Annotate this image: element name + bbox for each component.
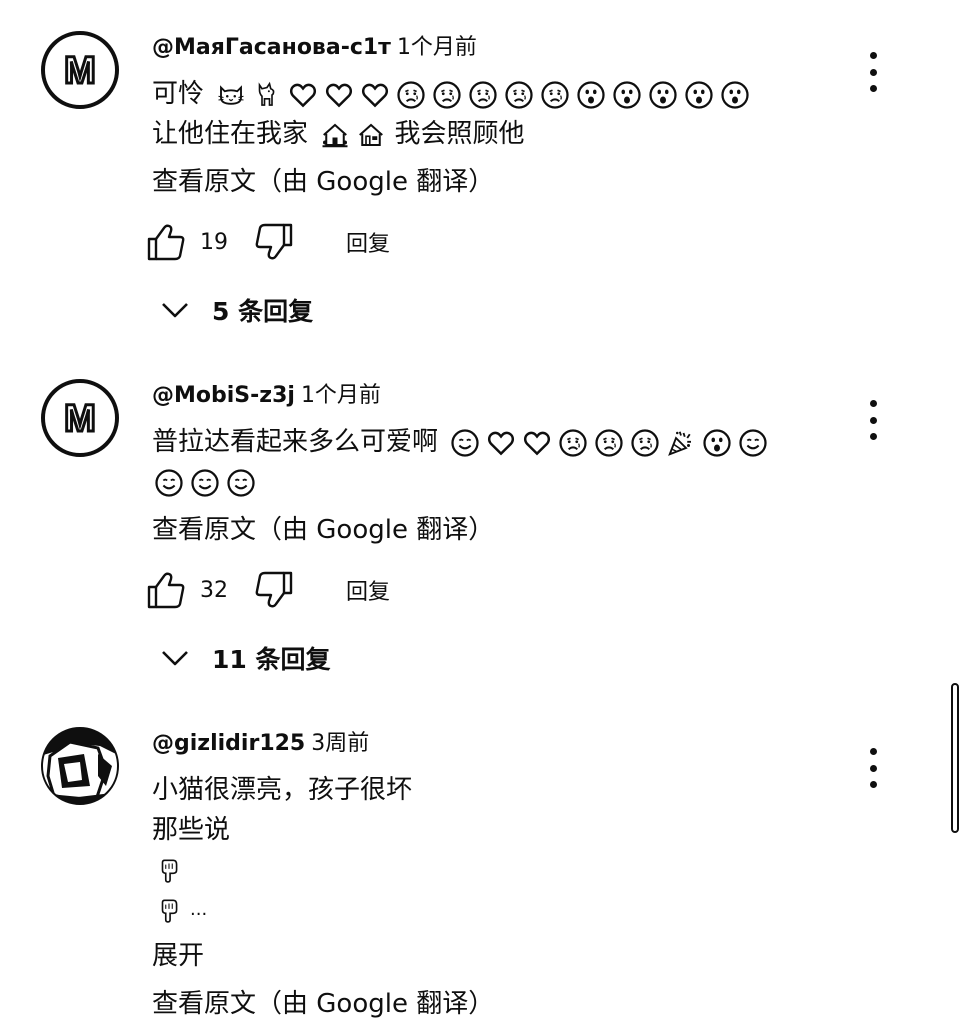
- smiling-face-icon: [190, 468, 220, 498]
- avatar-letter: M: [64, 398, 96, 440]
- more-menu-button[interactable]: [860, 748, 886, 788]
- view-original-link[interactable]: 查看原文（由 Google 翻译）: [152, 162, 852, 202]
- comment-author[interactable]: @MobiS-z3j: [152, 383, 295, 408]
- comment-text: 普拉达看起来多么可爱啊: [152, 427, 439, 457]
- surprised-face-icon: [648, 80, 678, 110]
- chevron-down-icon: [160, 643, 190, 673]
- comment-content: @МаяГасанова-с1т 1个月前 可怜 让他住在我家 我会照顾他 查看…: [152, 33, 852, 202]
- more-vert-icon-dot: [869, 85, 877, 92]
- more-vert-icon: [869, 400, 877, 407]
- more-vert-icon-dot: [869, 433, 877, 440]
- reply-button[interactable]: 回复: [346, 226, 390, 258]
- replies-count: 5 条回复: [212, 297, 314, 326]
- sad-face-icon: [558, 428, 588, 458]
- cat-face-icon: [216, 80, 246, 110]
- more-menu-button[interactable]: [860, 52, 886, 92]
- more-vert-icon-dot: [869, 764, 877, 772]
- comment-actions: 32 回复: [146, 570, 390, 610]
- pointing-down-hand-icon: [156, 857, 182, 883]
- comment-text: 让他住在我家: [152, 119, 309, 149]
- emoji-row: [154, 468, 256, 498]
- emoji-row: [450, 428, 768, 458]
- more-vert-icon: [869, 52, 877, 59]
- comment-time[interactable]: 3周前: [311, 731, 369, 756]
- more-vert-icon-dot: [869, 416, 877, 424]
- smiling-face-icon: [154, 468, 184, 498]
- emoji-row: [216, 80, 750, 110]
- avatar[interactable]: M: [40, 378, 120, 458]
- surprised-face-icon: [702, 428, 732, 458]
- heart-icon: [288, 80, 318, 110]
- dog-icon: [252, 80, 282, 110]
- thumbs-up-icon[interactable]: [146, 222, 186, 262]
- sad-face-icon: [396, 80, 426, 110]
- scrollbar-thumb[interactable]: [951, 683, 959, 833]
- chevron-down-icon: [160, 295, 190, 325]
- thumbs-down-icon[interactable]: [254, 222, 294, 262]
- comment-text-line: [152, 850, 852, 890]
- surprised-face-icon: [684, 80, 714, 110]
- comment-author[interactable]: @gizlidir125: [152, 731, 305, 756]
- view-original-link[interactable]: 查看原文（由 Google 翻译）: [152, 510, 852, 550]
- comment-author[interactable]: @МаяГасанова-с1т: [152, 35, 391, 60]
- surprised-face-icon: [612, 80, 642, 110]
- thumbs-down-icon[interactable]: [254, 570, 294, 610]
- expand-button[interactable]: 展开: [152, 936, 852, 976]
- view-replies-button[interactable]: 11 条回复: [160, 638, 331, 678]
- smiling-face-icon: [450, 428, 480, 458]
- surprised-face-icon: [720, 80, 750, 110]
- comment-time[interactable]: 1个月前: [301, 383, 381, 408]
- heart-icon: [522, 428, 552, 458]
- comment-content: @gizlidir125 3周前 小猫很漂亮，孩子很坏 那些说 ... 展开 查看…: [152, 729, 852, 1024]
- comment-text-line: ...: [152, 890, 852, 930]
- comment-text-line: 那些说: [152, 815, 231, 845]
- comment-time[interactable]: 1个月前: [397, 35, 477, 60]
- surprised-face-icon: [576, 80, 606, 110]
- comment-content: @MobiS-z3j 1个月前 普拉达看起来多么可爱啊 查看原文（由 Googl…: [152, 381, 852, 550]
- more-menu-button[interactable]: [860, 400, 886, 440]
- thumbs-up-icon[interactable]: [146, 570, 186, 610]
- sad-face-icon: [432, 80, 462, 110]
- avatar[interactable]: M: [40, 30, 120, 110]
- smiling-face-icon: [738, 428, 768, 458]
- avatar[interactable]: [40, 726, 120, 806]
- comment-header: @МаяГасанова-с1т 1个月前: [152, 33, 852, 63]
- comment-text-line: 可怜: [152, 74, 852, 114]
- comment-text-line: [152, 462, 852, 502]
- more-vert-icon-dot: [869, 68, 877, 76]
- comment-text-line: 让他住在我家 我会照顾他: [152, 114, 852, 154]
- like-count: 32: [200, 577, 228, 603]
- view-replies-button[interactable]: 5 条回复: [160, 290, 313, 330]
- comment-text: 我会照顾他: [394, 119, 525, 149]
- sad-face-icon: [504, 80, 534, 110]
- house-icon: [356, 120, 386, 150]
- sad-face-icon: [630, 428, 660, 458]
- comment-text: 可怜: [152, 79, 205, 109]
- reply-button[interactable]: 回复: [346, 574, 390, 606]
- sad-face-icon: [594, 428, 624, 458]
- replies-count: 11 条回复: [212, 645, 331, 674]
- heart-icon: [486, 428, 516, 458]
- like-count: 19: [200, 229, 228, 255]
- pointing-down-hand-icon: [156, 897, 182, 923]
- comment-text-line: 小猫很漂亮，孩子很坏: [152, 775, 413, 805]
- smiling-face-icon: [226, 468, 256, 498]
- view-original-link[interactable]: 查看原文（由 Google 翻译）: [152, 984, 852, 1024]
- party-popper-icon: [666, 428, 696, 458]
- heart-icon: [324, 80, 354, 110]
- heart-icon: [360, 80, 390, 110]
- sad-face-icon: [540, 80, 570, 110]
- comment-header: @MobiS-z3j 1个月前: [152, 381, 852, 411]
- comment-header: @gizlidir125 3周前: [152, 729, 852, 759]
- more-vert-icon-dot: [869, 781, 877, 788]
- truncation-ellipsis: ...: [190, 899, 208, 920]
- avatar-letter: M: [64, 50, 96, 92]
- sad-face-icon: [468, 80, 498, 110]
- comment-actions: 19 回复: [146, 222, 390, 262]
- house-with-garden-icon: [320, 120, 350, 150]
- more-vert-icon: [869, 748, 877, 755]
- emoji-row: [320, 120, 386, 150]
- comment-text-line: 普拉达看起来多么可爱啊: [152, 422, 852, 462]
